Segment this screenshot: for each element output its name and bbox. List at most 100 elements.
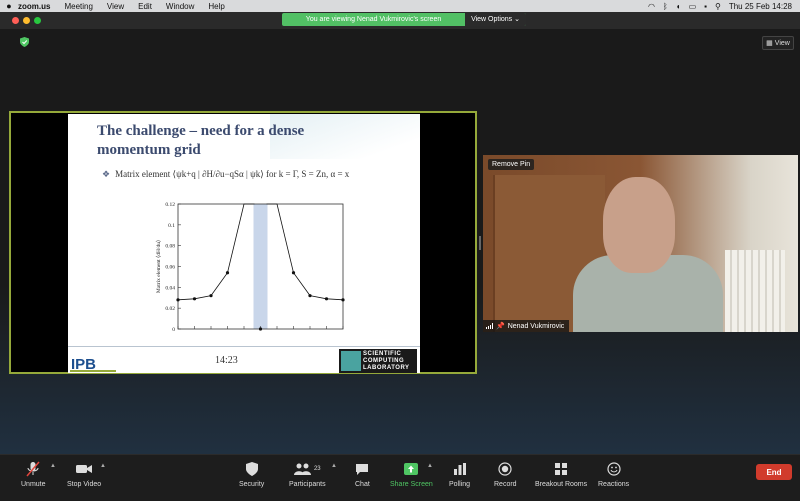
flag-icon[interactable]: ▪ [704, 2, 707, 11]
volume-icon[interactable]: ◖ [676, 2, 681, 11]
unmute-label: Unmute [21, 481, 46, 488]
chart-series-right [266, 203, 344, 301]
menubar-datetime[interactable]: Thu 25 Feb 14:28 [729, 2, 792, 11]
scl-line1: SCIENTIFIC [363, 351, 402, 357]
chat-button[interactable]: Chat [355, 460, 370, 488]
chart-point [291, 271, 296, 275]
breakout-rooms-button[interactable]: Breakout Rooms [535, 460, 587, 488]
chart-ytick-label: 0.02 [165, 306, 175, 312]
end-meeting-button[interactable]: End [756, 464, 792, 480]
chart-highlight-band [253, 204, 268, 329]
participants-count: 23 [313, 466, 321, 472]
chart-series-left [177, 203, 255, 301]
participant-name-tag: 📌 Nenad Vukmirovic [483, 320, 570, 332]
stop-video-button[interactable]: Stop Video [67, 460, 101, 488]
chart-ytick-label: 0.08 [165, 244, 175, 250]
breakout-rooms-label: Breakout Rooms [535, 481, 588, 488]
slide-bullet: ❖ Matrix element ⟨ψk+q | ∂H/∂u−qSα | ψk⟩ … [102, 169, 349, 180]
minimize-window-button[interactable] [23, 17, 30, 24]
record-label: Record [494, 481, 517, 488]
slide-title-line2: momentum grid [97, 142, 201, 158]
slide-title-line1: The challenge – need for a dense [97, 123, 305, 139]
slide-title: The challenge – need for a dense momentu… [97, 122, 304, 160]
chart-ytick-label: 0.12 [165, 202, 175, 208]
security-shield-icon[interactable] [20, 37, 29, 47]
menu-window[interactable]: Window [166, 2, 194, 11]
video-background-radiator [725, 250, 785, 332]
slide-time: 14:23 [215, 355, 238, 366]
scl-logo-mark [341, 351, 361, 371]
participants-label: Participants [289, 481, 326, 488]
ipb-logo: IPB [70, 350, 116, 372]
share-screen-label: Share Screen [390, 481, 433, 488]
grid-icon: ▦ [766, 40, 773, 47]
chart-point [308, 294, 312, 298]
banner-message: You are viewing Nenad Vukmirovic's scree… [305, 16, 442, 23]
macos-menubar: ● zoom.us Meeting View Edit Window Help … [0, 0, 800, 12]
chart-ytick-label: 0.1 [168, 223, 175, 229]
participants-button[interactable]: 23 Participants [289, 460, 326, 488]
video-options-caret-icon[interactable]: ▲ [100, 463, 106, 469]
share-options-caret-icon[interactable]: ▲ [427, 463, 433, 469]
chart-point [176, 298, 180, 302]
participant-video[interactable] [483, 155, 798, 332]
audio-options-caret-icon[interactable]: ▲ [50, 463, 56, 469]
signal-strength-icon [486, 323, 493, 329]
battery-icon[interactable]: ▭ [689, 2, 697, 11]
presentation-slide: The challenge – need for a dense momentu… [68, 114, 420, 373]
microphone-muted-icon [26, 461, 40, 477]
scl-logo: SCIENTIFIC COMPUTING LABORATORY [339, 349, 417, 373]
chart-ytick-label: 0.06 [165, 265, 175, 271]
menu-meeting[interactable]: Meeting [64, 2, 92, 11]
menu-help[interactable]: Help [208, 2, 224, 11]
scl-line3: LABORATORY [363, 365, 410, 371]
record-icon [498, 462, 512, 476]
zoom-window-button[interactable] [34, 17, 41, 24]
split-resize-handle[interactable] [479, 236, 481, 250]
search-icon[interactable]: ⚲ [715, 2, 721, 11]
wifi-icon[interactable]: ◠ [648, 2, 655, 11]
pin-icon: 📌 [496, 323, 505, 330]
video-camera-icon [76, 465, 93, 473]
chart-point [341, 298, 345, 302]
matrix-element-chart: 0 0.02 0.04 0.06 0.08 0.1 0.12 Matrix element ⟨… [155, 202, 345, 333]
view-button-label: View [774, 39, 790, 47]
video-participant-head [603, 177, 675, 273]
polling-icon [453, 463, 466, 475]
stop-video-label: Stop Video [67, 481, 102, 488]
menu-view[interactable]: View [107, 2, 124, 11]
bluetooth-icon[interactable]: ᛒ [663, 2, 668, 11]
slide-bullet-text: Matrix element ⟨ψk+q | ∂H/∂u−qSα | ψk⟩ f… [115, 169, 350, 179]
unmute-button[interactable]: Unmute [21, 460, 46, 488]
chart-point [324, 297, 329, 301]
security-label: Security [239, 481, 265, 488]
reactions-label: Reactions [598, 481, 630, 488]
participants-caret-icon[interactable]: ▲ [331, 463, 337, 469]
view-button[interactable]: ▦ View [762, 36, 794, 50]
close-window-button[interactable] [12, 17, 19, 24]
chart-point [225, 271, 230, 275]
menu-app-name[interactable]: zoom.us [18, 2, 50, 11]
chart-point [209, 294, 213, 298]
reactions-button[interactable]: Reactions [598, 460, 629, 488]
participant-name: Nenad Vukmirovic [507, 322, 565, 330]
chat-icon [356, 463, 369, 475]
security-icon [245, 462, 258, 476]
chart-ytick-label: 0.04 [165, 285, 175, 291]
record-button[interactable]: Record [494, 460, 517, 488]
view-options-button[interactable]: View Options ⌄ [465, 13, 526, 26]
share-screen-icon [404, 463, 419, 475]
scl-line2: COMPUTING [363, 358, 405, 364]
menu-edit[interactable]: Edit [138, 2, 152, 11]
reactions-icon [606, 462, 621, 476]
chat-label: Chat [355, 481, 370, 488]
polling-button[interactable]: Polling [449, 460, 470, 488]
scl-logo-text: SCIENTIFIC COMPUTING LABORATORY [363, 351, 410, 372]
chart-ytick-label: 0 [172, 327, 175, 333]
security-button[interactable]: Security [239, 460, 264, 488]
breakout-rooms-icon [555, 463, 568, 475]
remove-pin-button[interactable]: Remove Pin [488, 159, 535, 170]
screen-share-banner: You are viewing Nenad Vukmirovic's scree… [282, 13, 526, 26]
apple-icon[interactable]: ● [0, 1, 18, 11]
ipb-logo-text: IPB [71, 356, 96, 372]
